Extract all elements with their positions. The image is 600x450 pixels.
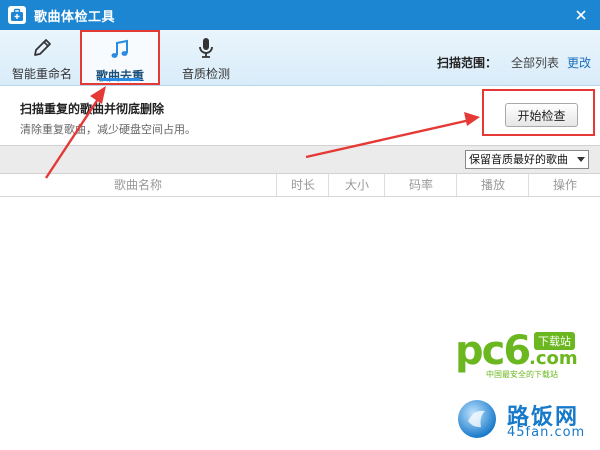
lufan-watermark: 路饭网 45fan.com — [455, 395, 595, 445]
col-song-name[interactable]: 歌曲名称 — [0, 174, 276, 196]
title-bar: 歌曲体检工具 — [0, 0, 600, 30]
close-icon — [576, 10, 586, 20]
chevron-down-icon — [577, 157, 585, 162]
col-size[interactable]: 大小 — [328, 174, 385, 196]
col-action[interactable]: 操作 — [528, 174, 600, 196]
tool-quality-check[interactable]: 音质检测 — [166, 30, 246, 85]
start-button-highlight: 开始检查 — [482, 89, 595, 136]
active-tab-indicator — [100, 78, 140, 81]
section-title: 扫描重复的歌曲并彻底删除 — [20, 102, 165, 116]
scan-range-value: 全部列表 — [511, 56, 560, 70]
pc6-domain: .com — [529, 348, 578, 369]
keep-policy-select[interactable]: 保留音质最好的歌曲 — [465, 150, 589, 169]
pc6-slogan: 中国最安全的下载站 — [486, 370, 558, 379]
scan-range: 扫描范围： 全部列表 更改 — [437, 54, 591, 71]
tool-label: 音质检测 — [181, 67, 230, 81]
col-duration[interactable]: 时长 — [276, 174, 329, 196]
music-note-icon — [111, 39, 128, 58]
tool-smart-rename[interactable]: 智能重命名 — [2, 30, 82, 85]
window-title: 歌曲体检工具 — [34, 10, 116, 25]
close-button[interactable] — [572, 6, 590, 24]
pencil-icon — [34, 39, 51, 56]
toolbox-icon — [8, 6, 26, 24]
start-check-button[interactable]: 开始检查 — [505, 103, 578, 127]
tool-song-dedup[interactable]: 歌曲去重 — [80, 30, 160, 85]
col-play[interactable]: 播放 — [456, 174, 529, 196]
col-bitrate[interactable]: 码率 — [384, 174, 457, 196]
options-bar: 保留音质最好的歌曲 — [0, 145, 600, 174]
change-scan-range-link[interactable]: 更改 — [567, 56, 591, 70]
tool-label: 智能重命名 — [11, 67, 72, 81]
scan-range-label: 扫描范围： — [437, 56, 498, 70]
water-drop-globe-icon — [458, 400, 496, 438]
tool-label: 歌曲去重 — [95, 69, 144, 83]
table-header: 歌曲名称 时长 大小 码率 播放 操作 — [0, 174, 600, 197]
pc6-logo: pc6 — [455, 328, 531, 374]
microphone-icon — [199, 38, 213, 58]
lufan-domain: 45fan.com — [507, 425, 586, 440]
section-subtitle: 清除重复歌曲，减少硬盘空间占用。 — [20, 123, 196, 136]
keep-policy-value: 保留音质最好的歌曲 — [469, 153, 568, 166]
